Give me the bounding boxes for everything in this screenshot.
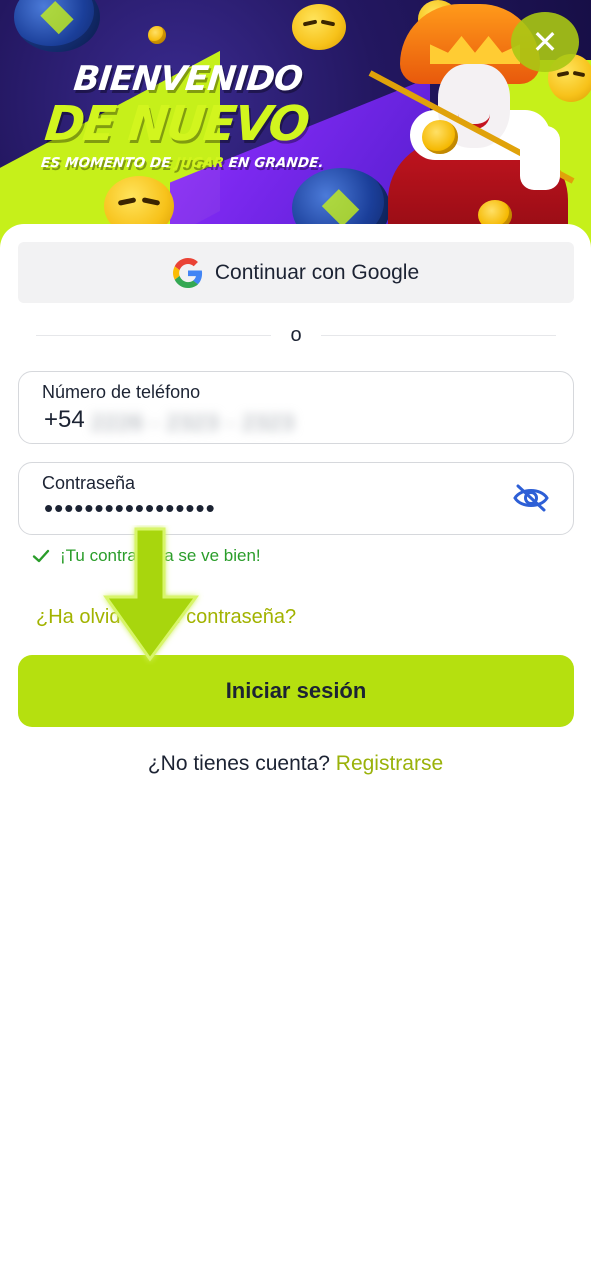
phone-number-value: 2226 - 2323 - 2323 [91,410,295,435]
google-signin-button[interactable]: Continuar con Google [18,242,574,303]
or-divider: o [36,324,556,348]
promo-banner: BIENVENIDO DE NUEVO ES MOMENTO DE JUGAR … [0,0,591,250]
banner-title-line2: DE NUEVO [42,96,311,152]
banner-headline: BIENVENIDO DE NUEVO ES MOMENTO DE JUGAR … [40,59,352,172]
emoji-coin-decoration [292,4,346,50]
gold-coin-decoration [148,26,166,44]
or-divider-text: o [290,324,302,346]
password-label: Contraseña [42,473,136,493]
login-sheet: Continuar con Google o Número de teléfon… [0,224,591,1280]
phone-number-label: Número de teléfono [42,382,201,402]
banner-tagline: ES MOMENTO DE JUGAR EN GRANDE. [40,155,325,171]
phone-number-field[interactable]: Número de teléfono +54 2226 - 2323 - 232… [18,371,574,444]
phone-country-prefix: +54 [44,406,85,433]
login-button-label: Iniciar sesión [225,678,367,703]
no-account-text: ¿No tienes cuenta? [147,752,336,775]
soccer-ball-decoration [14,0,100,52]
password-value: ••••••••••••••••• [44,493,216,523]
banner-title-line1: BIENVENIDO [71,59,305,99]
google-icon [172,257,202,288]
login-button[interactable]: Iniciar sesión [18,655,574,727]
close-icon: ✕ [531,23,559,61]
register-link[interactable]: Registrarse [336,752,443,775]
register-prompt: ¿No tienes cuenta? Registrarse [0,752,591,776]
google-signin-label: Continuar con Google [214,260,420,284]
arrow-down-icon [103,527,199,662]
close-button[interactable]: ✕ [511,12,579,72]
check-icon [32,549,50,563]
eye-slash-icon[interactable] [513,483,549,513]
